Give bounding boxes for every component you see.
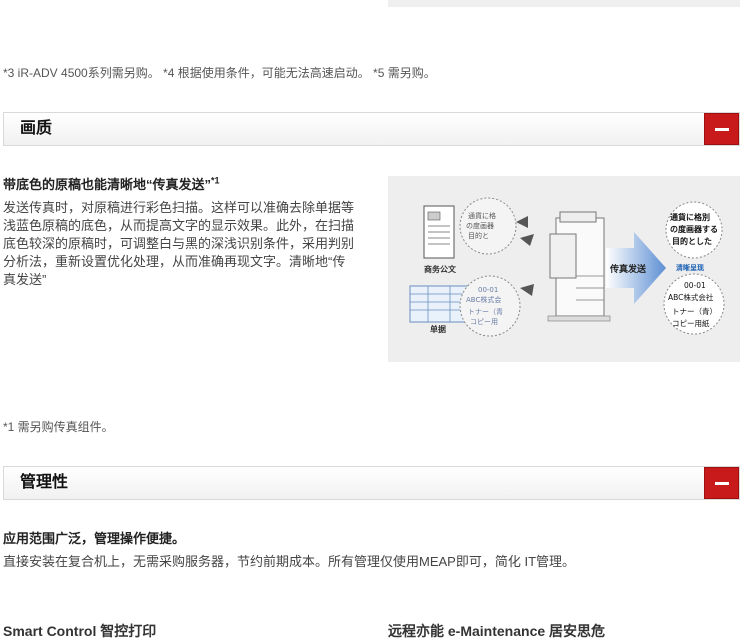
mag-bottom-line-3: トナー（青） xyxy=(672,306,717,316)
subsection-heading-smart-control: Smart Control 智控打印 xyxy=(3,623,157,639)
minus-icon xyxy=(715,128,729,131)
mag-top-line-2: の度画器する xyxy=(670,224,718,234)
section-header-quality[interactable]: 画质 xyxy=(3,112,740,146)
feature-heading: 应用范围广泛，管理操作便捷。 xyxy=(3,531,186,546)
mag-bottom-line-2: ABC株式会社 xyxy=(668,292,714,302)
section-header-manageability[interactable]: 管理性 xyxy=(3,466,740,500)
footnote-quality: *1 需另购传真组件。 xyxy=(3,420,114,434)
minus-icon xyxy=(715,482,729,485)
product-image-bottom-edge xyxy=(388,0,740,7)
svg-text:通貨に格: 通貨に格 xyxy=(468,211,496,220)
business-document-graphic xyxy=(423,205,455,259)
collapse-button[interactable] xyxy=(704,467,739,499)
label-business-doc: 商务公文 xyxy=(424,264,457,274)
collapse-button[interactable] xyxy=(704,113,739,145)
label-fax-send: 传真发送 xyxy=(609,263,647,275)
mag-bottom-line-1: 00-01 xyxy=(684,281,706,290)
section-title: 画质 xyxy=(20,120,53,137)
printer-graphic xyxy=(547,211,611,322)
svg-text:目的と: 目的と xyxy=(468,231,489,240)
feature-description: 发送传真时，对原稿进行彩色扫描。这样可以准确去除单据等浅蓝色原稿的底色，从而提高… xyxy=(3,200,355,287)
svg-text:トナー（青: トナー（青 xyxy=(468,307,503,316)
mag-top-line-3: 目的とした xyxy=(672,236,712,246)
feature-description: 直接安装在复合机上，无需采购服务器，节约前期成本。所有管理仅使用MEAP即可，简… xyxy=(3,554,576,569)
section-title: 管理性 xyxy=(20,474,69,491)
mag-top-line-1: 通貨に格別 xyxy=(670,212,710,222)
svg-text:00-01: 00-01 xyxy=(478,286,498,294)
svg-text:コピー用: コピー用 xyxy=(470,318,498,326)
mag-bottom-line-4: コピー用紙 xyxy=(672,318,710,328)
footnote-top: *3 iR-ADV 4500系列需另购。 *4 根据使用条件，可能无法高速启动。… xyxy=(3,66,436,80)
subsection-heading-e-maintenance: 远程亦能 e-Maintenance 居安思危 xyxy=(388,623,606,639)
label-voucher: 单据 xyxy=(430,324,446,334)
fax-illustration: 商务公文 单据 通貨に格 の度画器 目的と 00-01 ABC株式会 トナー（青… xyxy=(388,176,740,362)
feature-heading: 带底色的原稿也能清晰地“传真发送”*1 xyxy=(3,175,220,192)
label-clear: 清晰呈现 xyxy=(676,263,704,272)
svg-text:ABC株式会: ABC株式会 xyxy=(466,295,501,304)
svg-text:の度画器: の度画器 xyxy=(466,221,494,230)
